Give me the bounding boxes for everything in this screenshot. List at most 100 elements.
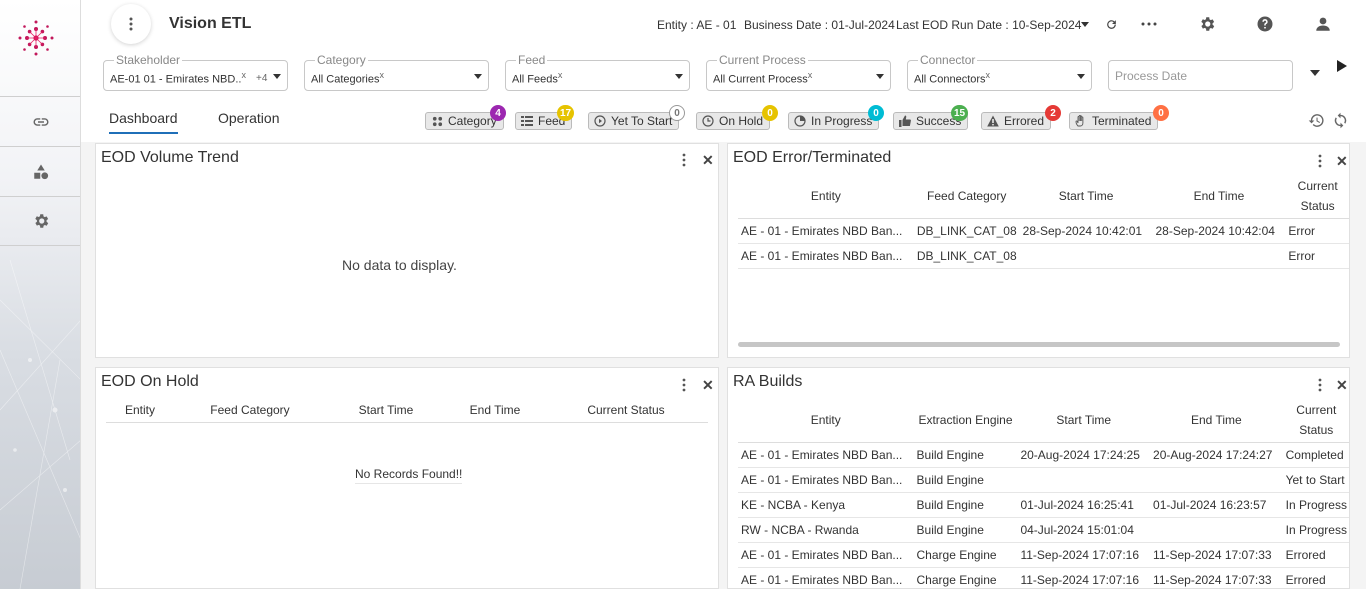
feed-select[interactable]: Feed All Feedsx [505, 53, 690, 91]
category-select[interactable]: Category All Categoriesx [304, 53, 489, 91]
chip-on-hold-label: On Hold [719, 114, 764, 128]
chip-in-progress[interactable]: In Progress 0 [788, 105, 884, 130]
column-header[interactable]: End Time [1150, 398, 1283, 443]
settings-button[interactable] [1197, 14, 1217, 34]
eod-dropdown-button[interactable] [1075, 14, 1095, 34]
chip-category[interactable]: Category 4 [425, 105, 506, 130]
more-options-button[interactable] [1139, 14, 1159, 34]
rail-link-button[interactable] [0, 96, 80, 146]
cell-status: Completed [1282, 442, 1349, 468]
history-icon [1308, 113, 1324, 127]
column-header[interactable]: Current Status [1285, 174, 1349, 219]
cell-status: In Progress [1282, 517, 1349, 543]
column-header[interactable]: Start Time [1020, 174, 1153, 219]
column-header[interactable]: Entity [738, 398, 914, 443]
cell-engine: Charge Engine [913, 567, 1018, 588]
thumbs-up-icon [899, 115, 911, 127]
chip-success[interactable]: Success 15 [893, 105, 969, 130]
category-clear-button[interactable]: x [379, 70, 384, 80]
chip-feed[interactable]: Feed 17 [515, 105, 575, 130]
filters-expand-button[interactable] [1308, 66, 1322, 80]
main-menu-button[interactable] [111, 4, 151, 44]
app-logo-icon[interactable] [16, 18, 56, 58]
chip-terminated[interactable]: Terminated 0 [1069, 105, 1169, 130]
column-header[interactable]: End Time [446, 398, 544, 423]
kebab-menu-icon [682, 153, 686, 167]
table-row[interactable]: RW - NCBA - Rwanda Build Engine 04-Jul-2… [738, 517, 1349, 543]
user-profile-button[interactable] [1313, 14, 1333, 34]
play-circle-icon [594, 115, 606, 127]
rail-settings-button[interactable] [0, 196, 80, 246]
panel-close-button[interactable]: ✕ [702, 377, 714, 394]
table-row[interactable]: AE - 01 - Emirates NBD Ban... Build Engi… [738, 442, 1349, 468]
chip-in-progress-label: In Progress [811, 114, 873, 128]
kebab-menu-icon [1318, 154, 1322, 168]
panel-menu-button[interactable] [682, 378, 686, 395]
cell-start-time: 01-Jul-2024 16:25:41 [1017, 492, 1151, 518]
category-value: All Categoriesx [311, 70, 384, 86]
column-header[interactable]: Extraction Engine [914, 398, 1018, 443]
column-header[interactable]: Start Time [326, 398, 446, 423]
panel-menu-button[interactable] [1318, 378, 1322, 395]
stakeholder-value-text: AE-01 01 - Emirates NBD.. [110, 73, 242, 86]
chip-errored[interactable]: Errored 2 [981, 105, 1061, 130]
panel-close-button[interactable]: ✕ [1336, 153, 1348, 170]
apply-filters-button[interactable] [1335, 59, 1349, 73]
chevron-down-icon [273, 74, 281, 79]
chip-yet-to-start[interactable]: Yet To Start 0 [588, 105, 685, 130]
table-row[interactable]: KE - NCBA - Kenya Build Engine 01-Jul-20… [738, 492, 1349, 518]
help-button[interactable] [1255, 14, 1275, 34]
refresh-button[interactable] [1101, 14, 1121, 34]
help-icon [1257, 16, 1273, 32]
connector-clear-button[interactable]: x [986, 70, 991, 80]
chip-on-hold[interactable]: On Hold 0 [696, 105, 778, 130]
rail-shapes-button[interactable] [0, 146, 80, 196]
tab-operation[interactable]: Operation [218, 110, 279, 132]
table-row[interactable]: AE - 01 - Emirates NBD Ban... Build Engi… [738, 467, 1349, 493]
column-header[interactable]: Current Status [1283, 398, 1349, 443]
current-process-select[interactable]: Current Process All Current Processx [706, 53, 891, 91]
table-row[interactable]: AE - 01 - Emirates NBD Ban... Charge Eng… [738, 542, 1349, 568]
process-date-input[interactable] [1108, 60, 1293, 91]
horizontal-scrollbar[interactable] [738, 342, 1340, 347]
column-header[interactable]: Entity [738, 174, 914, 219]
eod-error-terminated-panel: EOD Error/Terminated ✕ Entity Feed Categ… [727, 143, 1350, 358]
hand-stop-icon [1075, 115, 1087, 127]
cell-engine: Charge Engine [913, 542, 1018, 568]
entity-value: AE - 01 [696, 18, 737, 32]
column-header[interactable]: End Time [1153, 174, 1286, 219]
table-row[interactable]: AE - 01 - Emirates NBD Ban... Charge Eng… [738, 567, 1349, 588]
column-header[interactable]: Feed Category [174, 398, 326, 423]
column-header[interactable]: Entity [106, 398, 174, 423]
last-eod-label: Last EOD Run Date : [896, 18, 1009, 32]
column-header[interactable]: Current Status [544, 398, 708, 423]
close-icon: ✕ [702, 152, 714, 168]
table-row[interactable]: AE - 01 - Emirates NBD Ban... DB_LINK_CA… [738, 218, 1349, 244]
sync-button[interactable] [1331, 111, 1349, 129]
connector-select[interactable]: Connector All Connectorsx [907, 53, 1092, 91]
panel-close-button[interactable]: ✕ [702, 152, 714, 169]
link-icon [33, 117, 48, 126]
last-eod-info[interactable]: Last EOD Run Date : 10-Sep-2024 [896, 18, 1081, 32]
tab-dashboard[interactable]: Dashboard [109, 110, 178, 134]
cell-end-time [1150, 467, 1283, 493]
chip-category-count: 4 [490, 105, 506, 121]
current-process-clear-button[interactable]: x [808, 70, 813, 80]
cell-end-time [1150, 517, 1283, 543]
feed-clear-button[interactable]: x [558, 70, 563, 80]
column-header[interactable]: Start Time [1017, 398, 1150, 443]
caret-down-icon [1081, 21, 1089, 27]
history-button[interactable] [1307, 111, 1325, 129]
clock-icon [702, 115, 714, 127]
cell-feed-category: DB_LINK_CAT_08 [913, 243, 1020, 269]
table-row[interactable]: AE - 01 - Emirates NBD Ban... DB_LINK_CA… [738, 243, 1349, 269]
stakeholder-clear-button[interactable]: x [241, 70, 246, 80]
panel-menu-button[interactable] [1318, 154, 1322, 171]
close-icon: ✕ [1336, 153, 1348, 169]
no-records-message: No Records Found!! [355, 467, 463, 484]
column-header[interactable]: Feed Category [914, 174, 1020, 219]
stakeholder-select[interactable]: Stakeholder AE-01 01 - Emirates NBD..x +… [103, 53, 288, 91]
panel-menu-button[interactable] [682, 153, 686, 170]
panel-close-button[interactable]: ✕ [1336, 377, 1348, 394]
cell-end-time: 11-Sep-2024 17:07:33 [1150, 567, 1283, 588]
